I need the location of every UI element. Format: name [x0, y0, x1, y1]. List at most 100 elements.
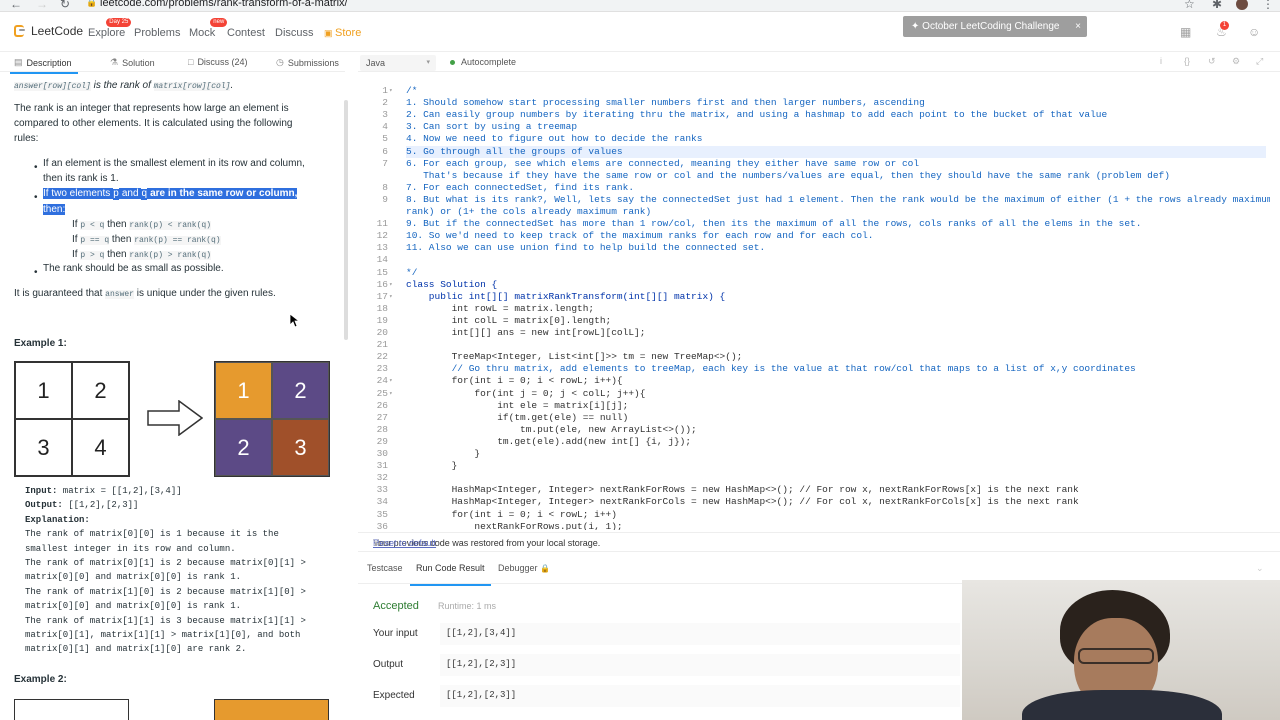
nav-store[interactable]: ▣ Store [324, 27, 361, 39]
line-number: 7 [382, 157, 388, 169]
nav-explore[interactable]: Explore Day 25 [88, 18, 132, 39]
code-line[interactable]: 8. But what is its rank?, Well, lets say… [406, 194, 1270, 205]
reset-icon[interactable]: ↺ [1208, 56, 1216, 67]
address-bar[interactable]: leetcode.com/problems/rank-transform-of-… [100, 0, 348, 9]
code-line[interactable]: int colL = matrix[0].length; [406, 315, 612, 326]
code-line[interactable]: } [406, 460, 458, 471]
tab-discuss-label: Discuss (24) [197, 57, 248, 67]
example-1-explanation: Input: matrix = [[1,2],[3,4]] Output: [[… [25, 484, 330, 657]
fold-chevron-icon[interactable]: ▾ [389, 281, 393, 288]
tab-testcase[interactable]: Testcase [367, 563, 403, 573]
code-line[interactable]: 5. Go through all the groups of values [406, 146, 623, 157]
fullscreen-icon[interactable]: ⤢ [1256, 56, 1263, 67]
code-line[interactable]: class Solution { [406, 279, 497, 290]
info-icon[interactable]: i [1160, 56, 1162, 66]
problem-tabs: ▤ Description ⚗ Solution □ Discuss (24) ◷ Su… [0, 52, 345, 74]
line-number: 34 [376, 496, 388, 508]
back-icon[interactable]: ← [10, 0, 22, 11]
fold-chevron-icon[interactable]: ▾ [389, 390, 393, 397]
explanation-line: The rank of matrix[1][0] is 2 because ma… [25, 586, 306, 597]
tab-submissions[interactable]: ◷ Submissions [276, 57, 339, 68]
code-line[interactable]: 6. For each group, see which elems are c… [406, 158, 919, 169]
explanation-line: matrix[0][0] and matrix[0][0] is rank 1. [25, 601, 242, 612]
playground-icon[interactable]: ▦ [1180, 25, 1191, 39]
bullet-dot: • [34, 192, 38, 203]
code-line[interactable]: nextRankForRows.put(i, 1); [406, 521, 622, 530]
tab-run-code-result[interactable]: Run Code Result [410, 563, 491, 586]
line-number: 17 [376, 290, 388, 302]
line-number: 22 [376, 351, 388, 363]
code-line[interactable]: TreeMap<Integer, List<int[]>> tm = new T… [406, 351, 743, 362]
forward-icon[interactable]: → [36, 0, 48, 11]
explanation-line: matrix[0][0] and matrix[0][0] is rank 1. [25, 572, 242, 583]
language-select[interactable]: Java [360, 55, 436, 71]
output-line: Output: [[1,2],[2,3]] [25, 498, 330, 512]
reload-icon[interactable]: ↻ [60, 0, 70, 11]
code-line[interactable]: HashMap<Integer, Integer> nextRankForCol… [406, 496, 1079, 507]
code-line[interactable]: 1. Should somehow start processing small… [406, 97, 925, 108]
tab-description[interactable]: ▤ Description [10, 57, 78, 74]
extension-icon[interactable]: ✱ [1212, 0, 1222, 11]
close-icon[interactable]: × [1075, 16, 1081, 37]
matrix-cell: 2 [272, 362, 329, 419]
logo-text: LeetCode [31, 24, 84, 38]
line-number: 20 [376, 327, 388, 338]
code-line[interactable]: // Go thru matrix, add elements to treeM… [406, 363, 1136, 374]
chevron-down-icon[interactable]: ⌄ [1256, 563, 1264, 574]
code-line[interactable]: That's because if they have the same row… [406, 170, 1170, 181]
line-number: 15 [376, 266, 388, 278]
code-line[interactable]: */ [406, 267, 417, 278]
tab-solution[interactable]: ⚗ Solution [110, 57, 155, 68]
tab-discuss[interactable]: □ Discuss (24) [188, 57, 247, 67]
code: p < q [80, 221, 105, 230]
menu-icon[interactable]: ⋮ [1262, 0, 1274, 11]
nav-mock[interactable]: Mock new [189, 18, 228, 39]
code-line[interactable]: int[][] ans = new int[rowL][colL]; [406, 327, 646, 338]
challenge-banner[interactable]: ✦ October LeetCoding Challenge × [903, 16, 1087, 37]
braces-icon[interactable]: {} [1184, 56, 1190, 66]
code-line[interactable]: for(int i = 0; i < rowL; i++){ [406, 375, 623, 386]
nav-discuss[interactable]: Discuss [275, 27, 314, 39]
code-line[interactable]: HashMap<Integer, Integer> nextRankForRow… [406, 484, 1079, 495]
flask-icon: ⚗ [110, 57, 119, 67]
code-line[interactable]: for(int j = 0; j < colL; j++){ [406, 388, 645, 399]
description-scrollbar[interactable] [344, 100, 348, 340]
code-line[interactable]: 3. Can sort by using a treemap [406, 121, 577, 132]
leetcode-logo[interactable]: LeetCode [14, 23, 83, 39]
code-line[interactable]: if(tm.get(ele) == null) [406, 412, 628, 423]
star-icon[interactable]: ☆ [1184, 0, 1195, 11]
user-icon[interactable]: ☺ [1248, 25, 1260, 39]
code-line[interactable]: for(int i = 0; i < rowL; i++) [406, 509, 617, 520]
code-line[interactable]: int ele = matrix[i][j]; [406, 400, 628, 411]
tab-debugger[interactable]: Debugger 🔒 [498, 563, 550, 573]
close-icon[interactable]: × [373, 538, 1266, 549]
code-line[interactable]: 4. Now we need to figure out how to deci… [406, 133, 702, 144]
code-line[interactable]: rank) or (1+ the cols already maximum ra… [406, 206, 651, 217]
autocomplete-toggle[interactable]: Autocomplete [450, 57, 516, 67]
webcam-figure-body [1022, 690, 1222, 720]
code-line[interactable]: 2. Can easily group numbers by iterating… [406, 109, 1107, 120]
code-line[interactable]: public int[][] matrixRankTransform(int[]… [406, 291, 725, 302]
profile-avatar[interactable] [1236, 0, 1248, 10]
code-line[interactable]: 11. Also we can use union find to help b… [406, 242, 765, 253]
code-line[interactable]: 9. But if the connectedSet has more than… [406, 218, 1141, 229]
matrix-cell: 3 [272, 419, 329, 476]
code-line[interactable]: 7. For each connectedSet, find its rank. [406, 182, 634, 193]
output-label: Output [373, 659, 404, 670]
nav-contest[interactable]: Contest [227, 27, 265, 39]
code-line[interactable]: int rowL = matrix.length; [406, 303, 595, 314]
code-line[interactable]: /* [406, 85, 417, 96]
code: p > q [80, 251, 105, 260]
code-line[interactable]: } [406, 448, 480, 459]
rank-paragraph: The rank is an integer that represents h… [14, 103, 293, 144]
code-line[interactable]: tm.get(ele).add(new int[] {i, j}); [406, 436, 691, 447]
code-line[interactable]: tm.put(ele, new ArrayList<>()); [406, 424, 697, 435]
fold-chevron-icon[interactable]: ▾ [389, 87, 393, 94]
text: are in the same row or column, [147, 188, 298, 199]
fold-chevron-icon[interactable]: ▾ [389, 377, 393, 384]
code-editor[interactable]: 1 ▾/* 2 1. Should somehow start processing … [358, 83, 1270, 530]
settings-icon[interactable]: ⚙ [1232, 56, 1240, 67]
fold-chevron-icon[interactable]: ▾ [389, 293, 393, 300]
nav-problems[interactable]: Problems [134, 27, 180, 39]
code-line[interactable]: 10. So we'd need to keep track of the ma… [406, 230, 873, 241]
